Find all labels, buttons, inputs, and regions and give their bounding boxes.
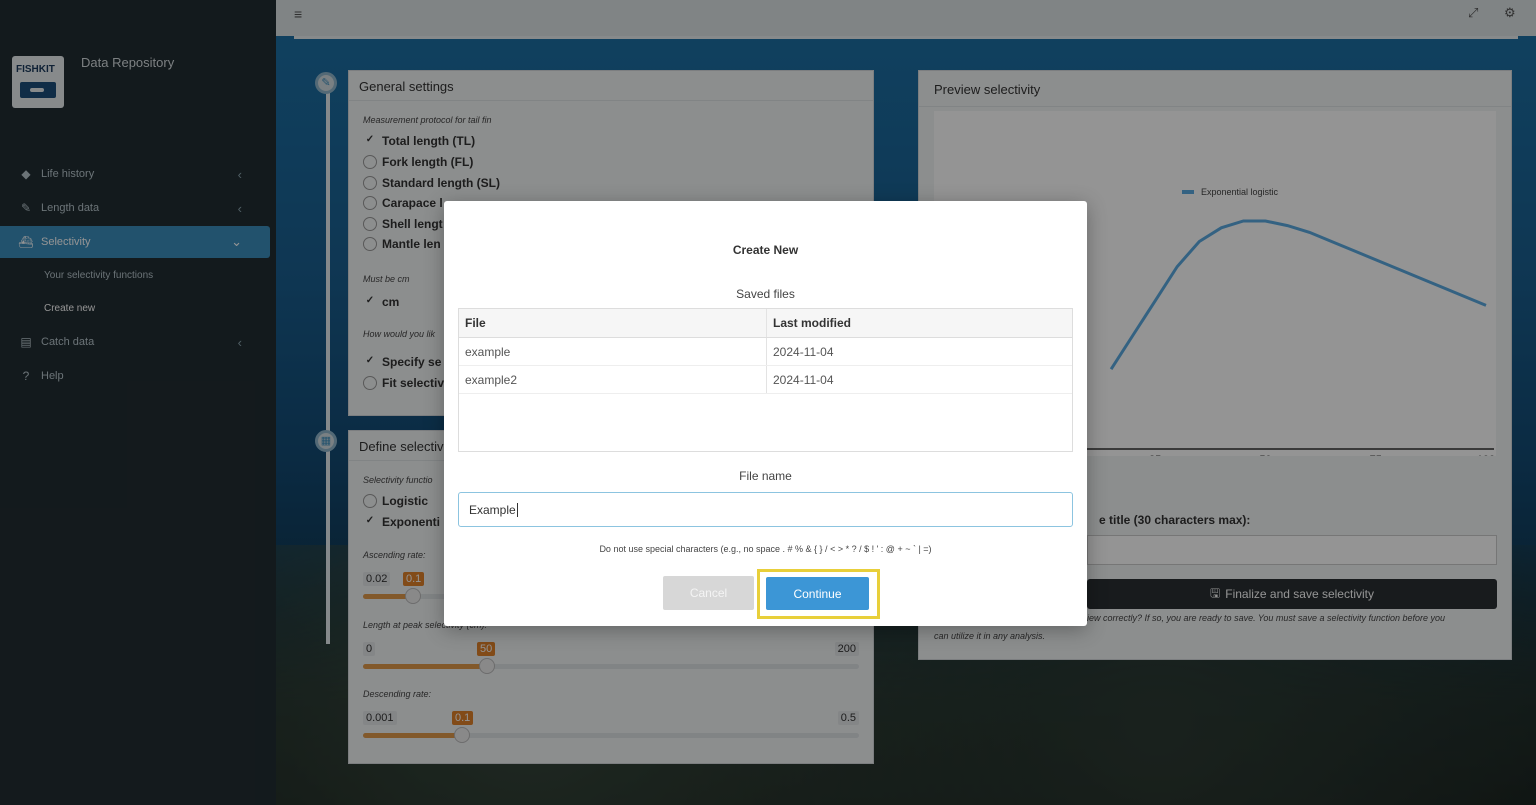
continue-button[interactable]: Continue: [766, 577, 869, 610]
table-row[interactable]: example2 2024-11-04: [459, 366, 1072, 394]
column-header-modified[interactable]: Last modified: [767, 309, 1072, 337]
cell-modified: 2024-11-04: [773, 345, 834, 359]
saved-files-label: Saved files: [736, 287, 795, 301]
table-header: File Last modified: [459, 309, 1072, 338]
cell-file: example: [459, 338, 767, 365]
cell-file: example2: [459, 366, 767, 393]
table-row[interactable]: example 2024-11-04: [459, 338, 1072, 366]
cell-modified: 2024-11-04: [773, 373, 834, 387]
modal-title: Create New: [732, 243, 799, 257]
saved-files-table: File Last modified example 2024-11-04 ex…: [458, 308, 1073, 452]
cancel-button[interactable]: Cancel: [663, 576, 754, 610]
file-name-input[interactable]: Example: [458, 492, 1073, 527]
create-new-modal: Create New Saved files File Last modifie…: [444, 201, 1087, 626]
column-header-file[interactable]: File: [459, 309, 767, 337]
special-characters-hint: Do not use special characters (e.g., no …: [599, 544, 932, 554]
file-name-value: Example: [469, 503, 516, 517]
file-name-label: File name: [739, 469, 792, 483]
text-cursor: [516, 503, 518, 517]
